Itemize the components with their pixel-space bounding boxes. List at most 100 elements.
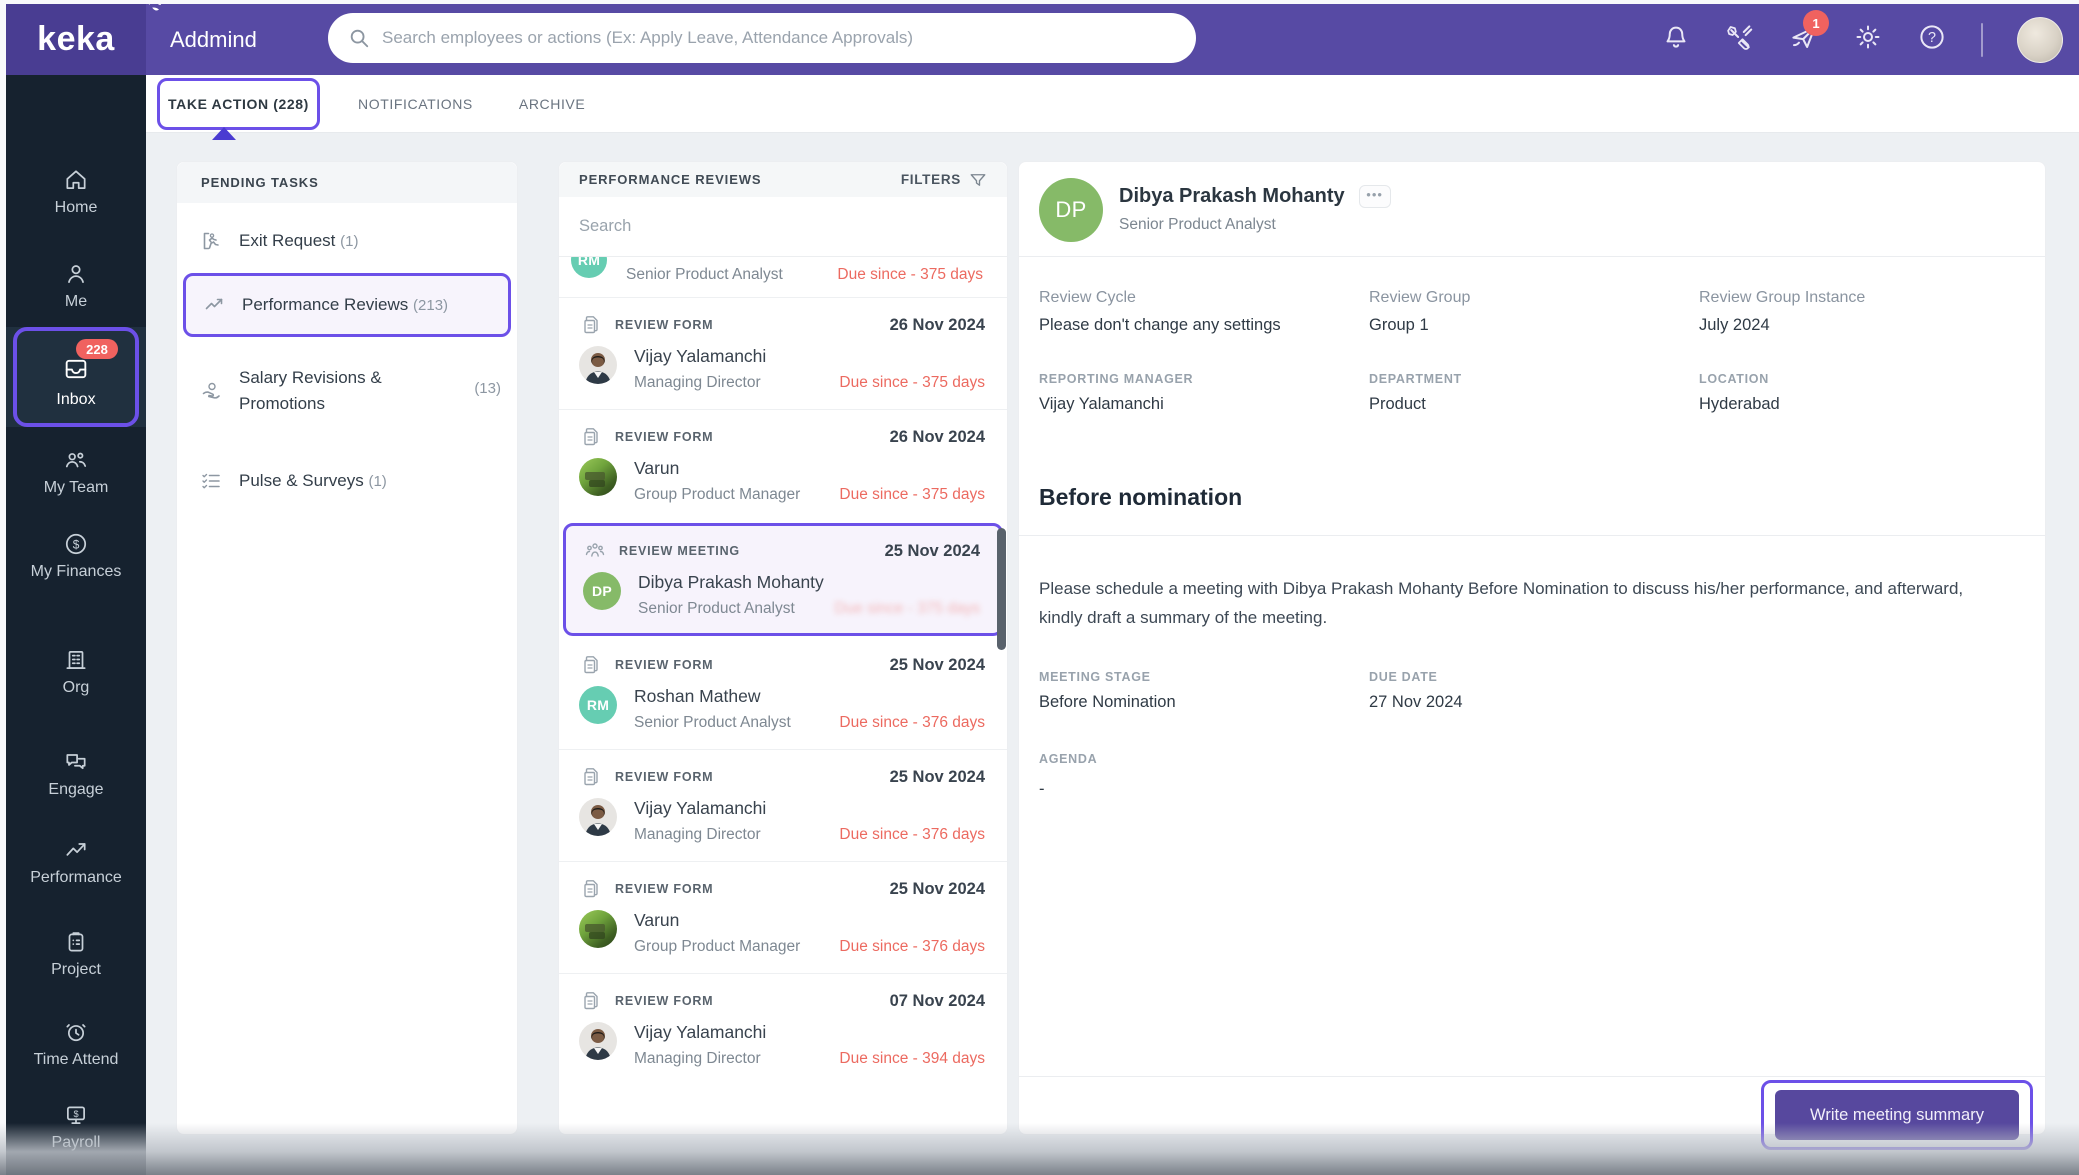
sidebar-item-inbox[interactable]: Inbox bbox=[6, 355, 146, 409]
review-item[interactable]: REVIEW FORM07 Nov 2024Vijay YalamanchiMa… bbox=[559, 973, 1007, 1085]
review-form-icon bbox=[579, 989, 603, 1013]
sidebar-item-payroll[interactable]: $Payroll bbox=[6, 1102, 146, 1152]
field-reporting-manager: REPORTING MANAGERVijay Yalamanchi bbox=[1039, 372, 1369, 414]
field-value: July 2024 bbox=[1699, 316, 2029, 335]
employee-header: DP Dibya Prakash Mohanty ••• Senior Prod… bbox=[1039, 178, 1391, 242]
topbar-actions: 1? bbox=[1661, 4, 2063, 75]
bell-button[interactable] bbox=[1661, 22, 1691, 57]
employee-name: Dibya Prakash Mohanty bbox=[1119, 185, 1345, 208]
sidebar-item-me[interactable]: Me bbox=[6, 261, 146, 311]
sidebar-label: Me bbox=[65, 293, 87, 311]
app-name: Addmind bbox=[170, 4, 257, 75]
pending-task-performance-reviews[interactable]: Performance Reviews (213) bbox=[183, 273, 511, 337]
review-due: Due since - 375 days bbox=[837, 266, 983, 284]
sidebar-item-my-finances[interactable]: $My Finances bbox=[6, 531, 146, 581]
review-detail-panel: DP Dibya Prakash Mohanty ••• Senior Prod… bbox=[1018, 161, 2046, 1135]
review-item-selected[interactable]: REVIEW MEETING25 Nov 2024DPDibya Prakash… bbox=[563, 523, 1003, 636]
pending-tasks-panel: PENDING TASKS Exit Request (1)Performanc… bbox=[176, 161, 518, 1135]
review-role: Managing Director bbox=[634, 826, 766, 844]
pending-task-exit-request[interactable]: Exit Request (1) bbox=[177, 217, 517, 265]
help-icon: ? bbox=[1917, 22, 1947, 52]
review-form-icon bbox=[579, 425, 603, 449]
review-item[interactable]: REVIEW FORM25 Nov 2024RMRoshan MathewSen… bbox=[559, 638, 1007, 749]
filters-label: FILTERS bbox=[901, 172, 961, 187]
keka-logo-text: keka bbox=[37, 20, 115, 59]
field-value: Product bbox=[1369, 395, 1699, 414]
sidebar-label: Engage bbox=[48, 781, 103, 799]
global-search-bar[interactable] bbox=[328, 13, 1196, 63]
review-meeting-icon bbox=[583, 539, 607, 563]
review-item[interactable]: REVIEW FORM25 Nov 2024Vijay YalamanchiMa… bbox=[559, 749, 1007, 861]
agenda-label: AGENDA bbox=[1039, 752, 1097, 766]
write-meeting-summary-button[interactable]: Write meeting summary bbox=[1775, 1090, 2019, 1140]
global-search-input[interactable] bbox=[382, 28, 1176, 48]
avatar-initials: RM bbox=[571, 257, 607, 278]
sidebar-item-time-attend[interactable]: Time Attend bbox=[6, 1019, 146, 1069]
sidebar-item-my-team[interactable]: My Team bbox=[6, 447, 146, 497]
search-icon bbox=[348, 27, 370, 49]
review-role: Group Product Manager bbox=[634, 938, 800, 956]
field-label: Review Group Instance bbox=[1699, 289, 2029, 307]
sidebar-item-engage[interactable]: Engage bbox=[6, 749, 146, 799]
review-date: 25 Nov 2024 bbox=[890, 880, 985, 899]
tools-button[interactable] bbox=[1725, 22, 1755, 57]
svg-text:?: ? bbox=[1928, 30, 1936, 46]
keka-logo[interactable]: keka bbox=[6, 4, 146, 75]
tab-take-action[interactable]: TAKE ACTION (228) bbox=[168, 96, 309, 112]
meeting-description: Please schedule a meeting with Dibya Pra… bbox=[1039, 574, 1969, 632]
review-due: Due since - 376 days bbox=[839, 826, 985, 844]
screenshot-frame-top bbox=[0, 0, 2079, 4]
sidebar-label: Org bbox=[63, 679, 90, 697]
filters-button[interactable]: FILTERS bbox=[901, 171, 987, 189]
sidebar-item-performance[interactable]: Performance bbox=[6, 837, 146, 887]
pending-task-label: Exit Request (1) bbox=[239, 231, 358, 251]
review-item-partial[interactable]: RMSenior Product AnalystDue since - 375 … bbox=[559, 257, 1007, 297]
review-item[interactable]: REVIEW FORM26 Nov 2024VarunGroup Product… bbox=[559, 409, 1007, 521]
pending-task-salary-revisions-promotions[interactable]: Salary Revisions & Promotions(13) bbox=[177, 343, 517, 439]
tab-archive[interactable]: ARCHIVE bbox=[519, 96, 585, 112]
avatar-photo bbox=[579, 346, 617, 384]
pending-task-label: Performance Reviews (213) bbox=[242, 295, 448, 315]
field-value: Group 1 bbox=[1369, 316, 1699, 335]
more-options-button[interactable]: ••• bbox=[1359, 185, 1391, 208]
screenshot-frame-left bbox=[0, 0, 6, 1175]
sidebar-item-home[interactable]: Home bbox=[6, 167, 146, 217]
review-search-input[interactable] bbox=[579, 217, 987, 236]
performance-reviews-panel: PERFORMANCE REVIEWS FILTERS RMSenior Pro… bbox=[558, 161, 1008, 1135]
review-item[interactable]: REVIEW FORM26 Nov 2024Vijay YalamanchiMa… bbox=[559, 297, 1007, 409]
time-attend-icon bbox=[63, 1019, 89, 1045]
field-location: LOCATIONHyderabad bbox=[1699, 372, 2029, 414]
tab-take-action-annotation: TAKE ACTION (228) bbox=[157, 78, 320, 130]
sidebar-item-project[interactable]: Project bbox=[6, 929, 146, 979]
performance-reviews-icon bbox=[202, 293, 226, 317]
review-type-label: REVIEW FORM bbox=[615, 770, 713, 784]
review-form-icon bbox=[579, 653, 603, 677]
performance-icon bbox=[63, 837, 89, 863]
inbox-icon bbox=[62, 355, 90, 383]
footer-divider bbox=[1019, 1076, 2045, 1077]
gear-icon bbox=[1853, 22, 1883, 52]
field-label: MEETING STAGE bbox=[1039, 670, 1369, 684]
review-name: Vijay Yalamanchi bbox=[634, 798, 766, 819]
review-role: Senior Product Analyst bbox=[634, 714, 791, 732]
list-scrollbar[interactable] bbox=[997, 528, 1006, 650]
review-form-icon bbox=[579, 765, 603, 789]
pending-task-pulse-surveys[interactable]: Pulse & Surveys (1) bbox=[177, 453, 517, 509]
tab-notifications[interactable]: NOTIFICATIONS bbox=[358, 96, 473, 112]
user-avatar[interactable] bbox=[2017, 17, 2063, 63]
sidebar-label: Project bbox=[51, 961, 101, 979]
filter-funnel-icon bbox=[969, 171, 987, 189]
pulse-surveys-icon bbox=[199, 469, 223, 493]
review-search[interactable] bbox=[559, 197, 1007, 257]
review-role: Managing Director bbox=[634, 374, 766, 392]
field-label: DEPARTMENT bbox=[1369, 372, 1699, 386]
field-review-cycle: Review CyclePlease don't change any sett… bbox=[1039, 289, 1369, 335]
sidebar-item-org[interactable]: Org bbox=[6, 647, 146, 697]
help-button[interactable]: ? bbox=[1917, 22, 1947, 57]
review-item[interactable]: REVIEW FORM25 Nov 2024VarunGroup Product… bbox=[559, 861, 1007, 973]
review-date: 26 Nov 2024 bbox=[890, 428, 985, 447]
announce-button[interactable]: 1 bbox=[1789, 22, 1819, 57]
gear-button[interactable] bbox=[1853, 22, 1883, 57]
button-annotation: Write meeting summary bbox=[1761, 1080, 2033, 1150]
home-icon bbox=[63, 167, 89, 193]
